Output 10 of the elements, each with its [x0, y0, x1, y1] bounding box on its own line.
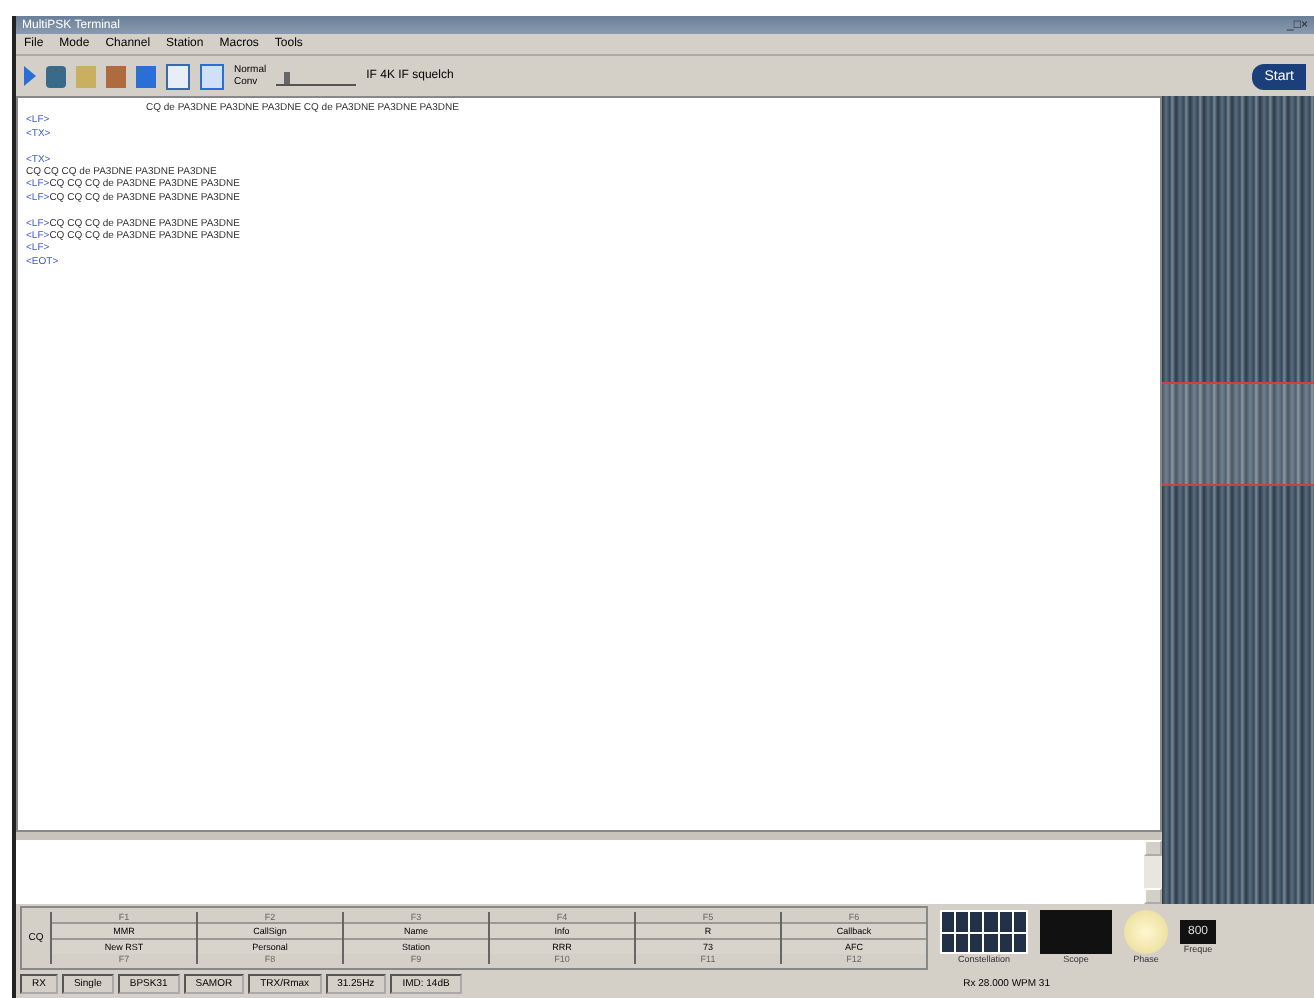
- window-icon[interactable]: [200, 63, 224, 89]
- constellation-display: [940, 910, 1028, 954]
- scroll-up-icon[interactable]: [1144, 840, 1162, 856]
- scrollbar[interactable]: [1144, 840, 1162, 904]
- scope-display: [1040, 910, 1112, 954]
- transmit-field[interactable]: [16, 840, 1144, 904]
- phase-indicator: [1124, 910, 1168, 954]
- square-icon[interactable]: [136, 65, 156, 87]
- slider-thumb[interactable]: [283, 71, 290, 83]
- scroll-down-icon[interactable]: [1144, 888, 1162, 904]
